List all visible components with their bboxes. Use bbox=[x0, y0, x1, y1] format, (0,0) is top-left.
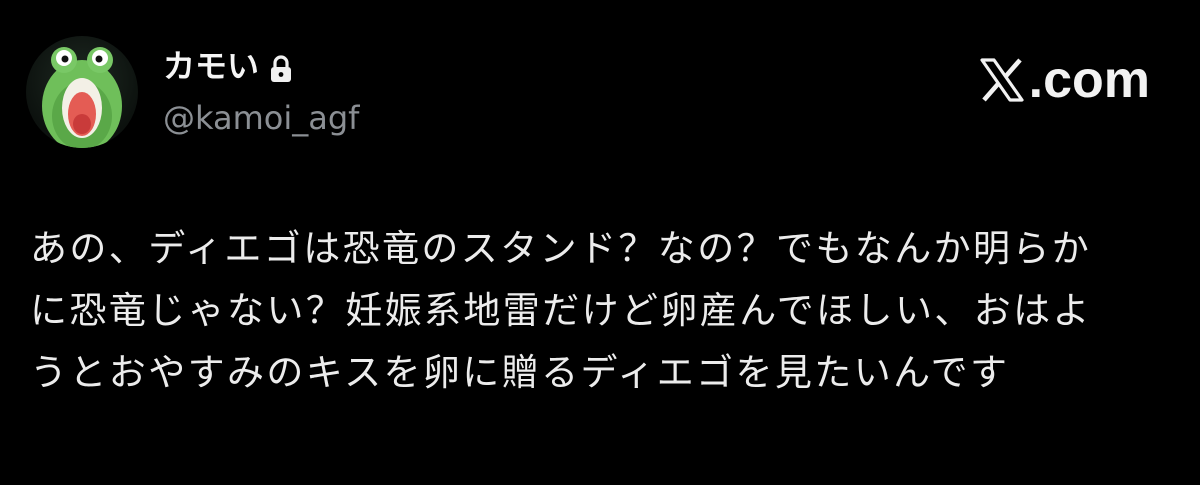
x-logo-icon bbox=[979, 57, 1025, 103]
frog-avatar-icon[interactable] bbox=[26, 36, 138, 148]
brand-logo: .com bbox=[979, 50, 1150, 110]
post-card: カモい @kamoi_agf .com あの、ディエゴは恐竜のスタンド？なの？で… bbox=[0, 0, 1200, 485]
brand-domain-text: .com bbox=[1028, 51, 1150, 109]
author-display-name[interactable]: カモい bbox=[163, 44, 293, 88]
lock-icon bbox=[269, 51, 293, 82]
author-handle[interactable]: @kamoi_agf bbox=[163, 96, 359, 140]
author-name-text[interactable]: カモい bbox=[163, 44, 259, 88]
post-body-text: あの、ディエゴは恐竜のスタンド？なの？でもなんか明らか に恐竜じゃない？妊娠系地… bbox=[30, 227, 1092, 394]
